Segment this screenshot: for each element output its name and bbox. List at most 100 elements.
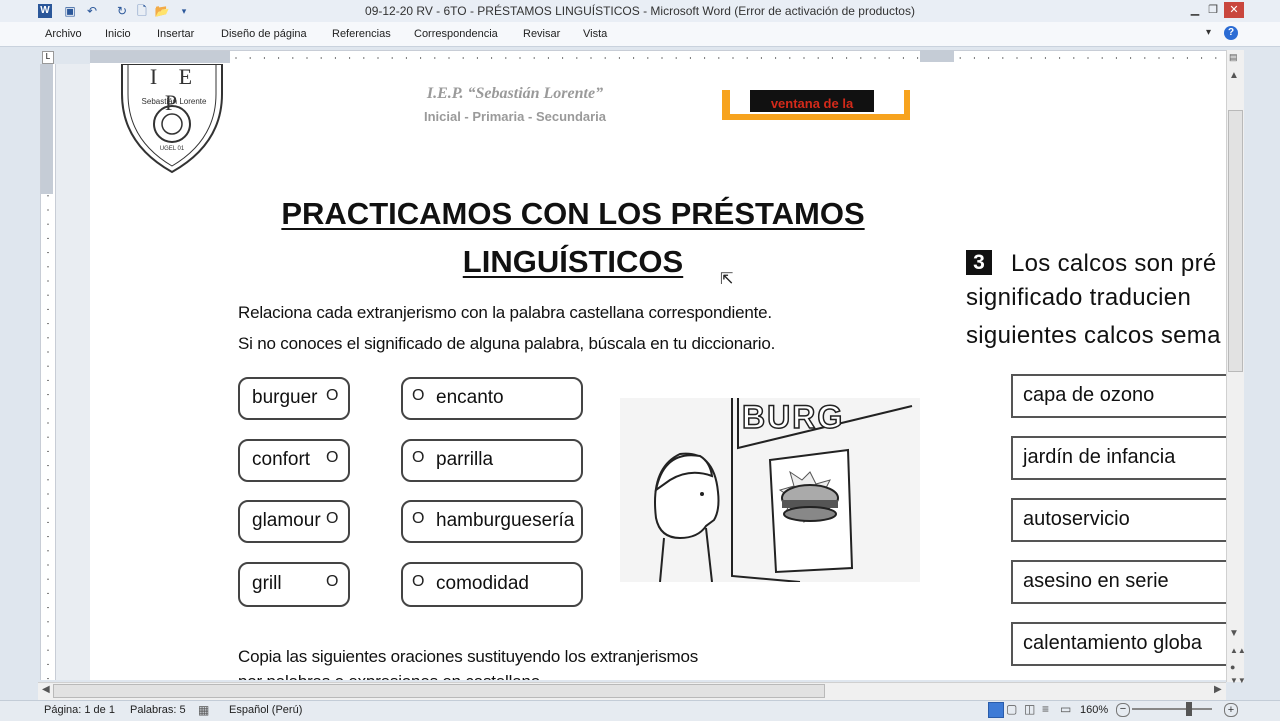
match-circle: O <box>326 449 339 466</box>
word-comodidad: comodidad <box>436 573 529 594</box>
zoom-level[interactable]: 160% <box>1080 700 1108 720</box>
word-encanto: encanto <box>436 387 504 408</box>
page-left-margin <box>56 64 90 680</box>
calco-text: asesino en serie <box>1023 570 1169 592</box>
window-title: 09-12-20 RV - 6TO - PRÉSTAMOS LINGUÍSTIC… <box>365 4 915 18</box>
calco-box: capa de ozono <box>1011 374 1226 418</box>
proofing-icon[interactable]: ▦ <box>198 700 209 720</box>
section-3-line-2: significado traducien <box>966 284 1192 311</box>
match-circle: O <box>412 510 425 527</box>
logo-footer: UGEL 01 <box>159 146 185 152</box>
match-circle: O <box>326 573 339 590</box>
scroll-left-icon[interactable]: ◀ <box>42 684 50 695</box>
calco-text: autoservicio <box>1023 508 1130 530</box>
tab-archivo[interactable]: Archivo <box>45 22 82 46</box>
calco-box: asesino en serie <box>1011 560 1226 604</box>
word-glamour: glamour <box>252 510 321 531</box>
tab-referencias[interactable]: Referencias <box>332 22 391 46</box>
help-icon[interactable]: ? <box>1224 26 1238 40</box>
draft-view-icon[interactable]: ▭ <box>1060 702 1071 716</box>
word-grill: grill <box>252 573 282 594</box>
new-document-icon[interactable]: 🗋 <box>134 3 150 19</box>
match-circle: O <box>412 387 425 404</box>
word-app-icon[interactable]: W <box>38 4 52 18</box>
match-circle: O <box>412 449 425 466</box>
tab-diseno-pagina[interactable]: Diseño de página <box>221 22 307 46</box>
calco-box: autoservicio <box>1011 498 1226 542</box>
vruler-margin-top <box>41 64 53 194</box>
zoom-slider-thumb[interactable] <box>1185 702 1192 716</box>
status-word-count[interactable]: Palabras: 5 <box>130 700 186 720</box>
calco-box: calentamiento globa <box>1011 622 1226 666</box>
tab-inicio[interactable]: Inicio <box>105 22 131 46</box>
logo-text: I E P <box>149 64 201 115</box>
match-circle: O <box>326 387 339 404</box>
zoom-slider[interactable] <box>1132 708 1212 710</box>
word-box-comodidad: O comodidad <box>401 562 583 607</box>
tab-insertar[interactable]: Insertar <box>157 22 194 46</box>
school-name: I.E.P. “Sebastián Lorente” <box>426 85 604 102</box>
scroll-up-icon[interactable]: ▲ <box>1229 70 1239 81</box>
instructions-line-1: Relaciona cada extranjerismo con la pala… <box>238 303 772 322</box>
heading-line-2: LINGUÍSTICOS <box>462 244 684 279</box>
word-parrilla: parrilla <box>436 449 494 470</box>
shop-sign: BURG <box>741 398 845 436</box>
word-box-hamburgueseria: O hamburguesería <box>401 500 583 543</box>
scroll-down-icon[interactable]: ▼ <box>1229 628 1239 639</box>
horizontal-scroll-thumb[interactable] <box>53 684 825 698</box>
word-box-glamour: glamour O <box>238 500 350 543</box>
web-layout-view-icon[interactable]: ◫ <box>1024 702 1035 716</box>
word-hamburgueseria: hamburguesería <box>436 510 575 531</box>
ruler-toggle-icon[interactable]: ▤ <box>1229 52 1238 63</box>
zoom-in-icon[interactable]: + <box>1224 703 1238 717</box>
outline-view-icon[interactable]: ≡ <box>1042 702 1049 716</box>
match-circle: O <box>326 510 339 527</box>
zoom-out-icon[interactable]: − <box>1116 703 1130 717</box>
school-levels: Inicial - Primaria - Secundaria <box>423 109 607 124</box>
instructions-line-2: Si no conoces el significado de alguna p… <box>238 334 776 353</box>
ruler-indent-marker[interactable] <box>920 50 954 62</box>
section-3-line-1: Los calcos son pré <box>1011 250 1217 277</box>
browse-object-icon[interactable]: ● <box>1230 662 1235 672</box>
vertical-scroll-thumb[interactable] <box>1228 110 1243 372</box>
tab-revisar[interactable]: Revisar <box>523 22 560 46</box>
word-box-confort: confort O <box>238 439 350 482</box>
tab-selector-icon[interactable]: L <box>42 51 54 64</box>
calco-text: capa de ozono <box>1023 384 1155 406</box>
restore-icon[interactable]: ❐ <box>1204 2 1222 18</box>
previous-page-icon[interactable]: ▲▲ <box>1230 646 1246 655</box>
next-page-icon[interactable]: ▼▼ <box>1230 676 1246 685</box>
undo-icon[interactable]: ↶ <box>84 3 100 19</box>
open-folder-icon[interactable]: 📂 <box>154 3 170 19</box>
copy-instructions: Copia las siguientes oraciones sustituye… <box>238 647 699 666</box>
logo-subtitle: Sebastián Lorente <box>141 97 207 106</box>
customize-toolbar-icon[interactable]: ▾ <box>176 3 192 19</box>
copy-instructions-2: por palabras o expresiones en castellano <box>238 672 540 680</box>
word-box-parrilla: O parrilla <box>401 439 583 482</box>
save-icon[interactable]: ▣ <box>62 3 78 19</box>
calco-text: jardín de infancia <box>1023 446 1176 468</box>
ruler-margin-left <box>90 51 230 63</box>
ribbon-collapse-icon[interactable]: ▾ <box>1206 27 1211 38</box>
word-box-encanto: O encanto <box>401 377 583 420</box>
redo-icon[interactable]: ↻ <box>114 3 130 19</box>
match-circle: O <box>412 573 425 590</box>
heading-line-1: PRACTICAMOS CON LOS PRÉSTAMOS <box>281 196 865 231</box>
calco-text: calentamiento globa <box>1023 632 1203 654</box>
mouse-cursor-icon: ⇱ <box>720 271 734 288</box>
calcos-list: capa de ozono jardín de infancia autoser… <box>1011 374 1226 684</box>
status-page[interactable]: Página: 1 de 1 <box>44 700 115 720</box>
calco-box: jardín de infancia <box>1011 436 1226 480</box>
word-box-grill: grill O <box>238 562 350 607</box>
section-3-text: Los calcos son pré significado traducien… <box>966 248 1226 360</box>
word-confort: confort <box>252 449 311 470</box>
status-language[interactable]: Español (Perú) <box>229 700 302 720</box>
tab-vista[interactable]: Vista <box>583 22 607 46</box>
tab-correspondencia[interactable]: Correspondencia <box>414 22 498 46</box>
scroll-right-icon[interactable]: ▶ <box>1214 684 1222 695</box>
minimize-icon[interactable]: ▁ <box>1186 2 1204 18</box>
full-screen-view-icon[interactable]: ▢ <box>1006 702 1017 716</box>
section-3-line-3: siguientes calcos sema <box>966 322 1221 349</box>
print-layout-view-icon[interactable] <box>988 702 1004 718</box>
close-icon[interactable]: ✕ <box>1224 2 1244 18</box>
